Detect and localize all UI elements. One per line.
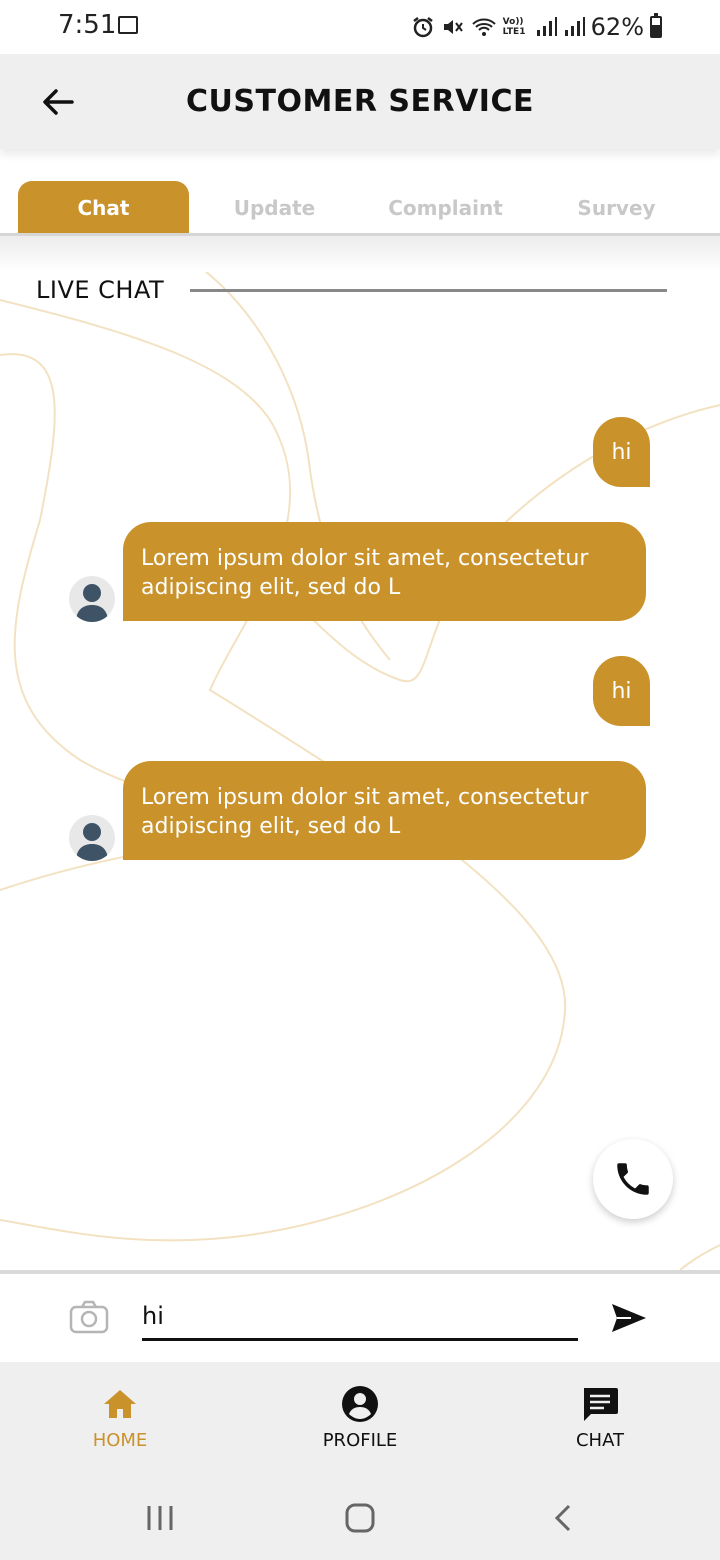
heading-divider <box>190 289 667 292</box>
signal-icon-2 <box>564 17 585 36</box>
battery-percent: 62% <box>590 13 644 41</box>
nav-chat[interactable]: CHAT <box>530 1384 670 1451</box>
tab-chat[interactable]: Chat <box>18 181 189 235</box>
mute-icon <box>443 20 463 34</box>
nav-profile-label: PROFILE <box>322 1430 398 1451</box>
status-bar: 7:51 Vo)) LTE1 62% <box>0 0 720 54</box>
signal-icon <box>536 17 557 36</box>
alarm-icon <box>412 17 433 38</box>
tab-complaint[interactable]: Complaint <box>360 181 531 235</box>
bottom-navigation: HOME PROFILE CHAT <box>0 1362 720 1474</box>
outgoing-message: hi <box>593 417 650 487</box>
send-icon[interactable] <box>609 1298 649 1338</box>
person-icon <box>76 584 108 622</box>
agent-avatar <box>69 576 115 622</box>
camera-icon[interactable] <box>68 1296 110 1338</box>
nav-chat-label: CHAT <box>575 1430 624 1451</box>
nav-home-label: HOME <box>92 1430 148 1451</box>
nav-home[interactable]: HOME <box>50 1384 190 1451</box>
person-icon <box>76 823 108 861</box>
live-chat-heading: LIVE CHAT <box>36 276 165 304</box>
page-title: CUSTOMER SERVICE <box>186 84 534 119</box>
phone-icon <box>617 1163 649 1195</box>
system-navigation-bar <box>0 1474 720 1560</box>
agent-avatar <box>69 815 115 861</box>
chat-icon <box>584 1388 618 1421</box>
tab-bar: Chat Update Complaint Survey <box>0 160 720 236</box>
call-button[interactable] <box>593 1139 673 1219</box>
message-input[interactable] <box>142 1294 578 1341</box>
wifi-icon <box>471 18 496 36</box>
recent-apps-icon[interactable] <box>144 1502 176 1534</box>
incoming-message: Lorem ipsum dolor sit amet, consectetur … <box>123 761 646 860</box>
status-icons: Vo)) LTE1 62% <box>411 12 662 42</box>
home-system-icon[interactable] <box>344 1502 376 1534</box>
network-type-label: Vo)) LTE1 <box>502 17 526 37</box>
battery-icon <box>650 13 662 38</box>
tab-survey[interactable]: Survey <box>531 181 702 235</box>
tab-update[interactable]: Update <box>189 181 360 235</box>
incoming-message: Lorem ipsum dolor sit amet, consectetur … <box>123 522 646 621</box>
outgoing-message: hi <box>593 656 650 726</box>
message-composer <box>0 1274 720 1362</box>
app-bar: CUSTOMER SERVICE <box>0 54 720 149</box>
gallery-notification-icon <box>118 16 138 34</box>
status-time: 7:51 <box>58 10 117 40</box>
tab-shadow <box>0 236 720 272</box>
account-circle-icon <box>342 1386 378 1422</box>
back-system-icon[interactable] <box>548 1502 580 1534</box>
home-icon <box>104 1390 136 1418</box>
nav-profile[interactable]: PROFILE <box>290 1384 430 1451</box>
